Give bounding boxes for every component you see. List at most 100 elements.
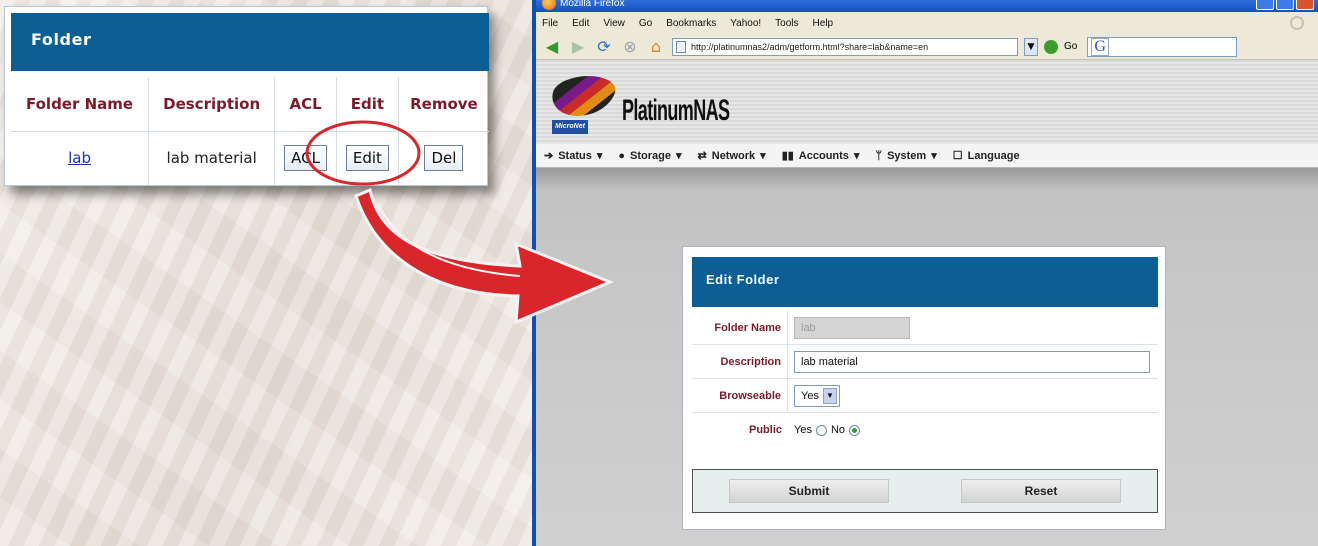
menu-view[interactable]: View [603,18,625,29]
firefox-logo-icon [542,0,556,10]
menu-file[interactable]: File [542,18,558,29]
public-options: Yes No [788,424,861,436]
column-folder-name: Folder Name [11,77,150,132]
chevron-down-icon: ▾ [760,150,766,162]
nav-accounts[interactable]: ▮▮ Accounts ▾ [781,149,860,163]
nav-storage-label: Storage [630,149,671,162]
nav-network-label: Network [711,149,756,162]
stop-icon[interactable]: ⊗ [620,37,640,57]
nav-system-label: System [887,149,927,162]
public-label: Public [748,424,782,436]
go-button[interactable]: Go [1064,41,1077,52]
browser-titlebar: Mozilla Firefox [536,0,1318,12]
column-remove: Remove [398,77,489,132]
micronet-badge: MicroNet [552,120,588,134]
folder-table-header-row: Folder Name Description ACL Edit Remove [11,77,489,132]
status-icon: ➔ [544,150,554,162]
browser-menubar: File Edit View Go Bookmarks Yahoo! Tools… [536,12,1318,34]
google-logo-icon: G [1091,37,1109,56]
edit-button[interactable]: Edit [345,145,389,172]
network-icon: ⇄ [697,150,707,162]
nav-storage[interactable]: ● Storage ▾ [618,149,682,163]
search-input[interactable]: G [1087,36,1238,57]
window-controls [1256,0,1314,10]
acl-button[interactable]: ACL [284,145,327,172]
nav-accounts-label: Accounts [798,149,849,162]
nas-header: MicroNet PlatinumNAS [536,60,1318,144]
public-no-radio[interactable] [849,424,861,436]
nav-status-label: Status [558,149,592,162]
folder-table: Folder Name Description ACL Edit Remove … [11,77,489,185]
menu-help[interactable]: Help [813,18,834,29]
cell-acl: ACL [274,131,337,185]
chevron-down-icon: ▾ [596,150,603,162]
edit-folder-panel: Edit Folder Folder Name lab Description … [682,246,1166,530]
nav-language[interactable]: ☐ Language [952,149,1020,163]
cell-remove: Del [398,131,489,185]
delete-button[interactable]: Del [424,145,464,172]
language-icon: ☐ [952,150,963,162]
close-icon[interactable] [1296,0,1314,10]
minimize-icon[interactable] [1256,0,1274,10]
menu-edit[interactable]: Edit [572,18,589,29]
browser-title: Mozilla Firefox [560,0,625,9]
folder-panel-title: Folder [11,13,489,71]
reload-icon[interactable]: ⟳ [594,37,614,57]
edit-folder-title: Edit Folder [692,257,1158,307]
description-row: Description lab material [692,345,1158,379]
nav-network[interactable]: ⇄ Network ▾ [697,149,766,163]
reset-button[interactable]: Reset [961,479,1121,503]
browseable-field-wrap: Yes ▼ [788,384,840,407]
page-icon [676,40,686,53]
nav-system[interactable]: ᛘ System ▾ [875,149,937,163]
folder-link-lab[interactable]: lab [68,149,91,167]
public-no-label: No [830,424,846,436]
url-text: http://platinumnas2/adm/getform.html?sha… [691,41,929,52]
folder-panel: Folder Folder Name Description ACL Edit … [4,6,489,186]
browseable-select[interactable]: Yes ▼ [794,384,840,407]
forward-icon[interactable]: ▶ [568,37,588,57]
browseable-label: Browseable [692,379,788,412]
browser-navbar: ◀ ▶ ⟳ ⊗ ⌂ http://platinumnas2/adm/getfor… [536,34,1318,60]
home-icon[interactable]: ⌂ [646,37,666,57]
column-edit: Edit [336,77,399,132]
maximize-icon[interactable] [1276,0,1294,10]
disc-logo-icon [546,76,620,116]
description-label: Description [692,345,788,378]
nav-shadow [536,168,1318,190]
description-field[interactable]: lab material [794,350,1150,373]
back-icon[interactable]: ◀ [542,37,562,57]
form-button-row: Submit Reset [692,469,1158,513]
column-description: Description [148,77,276,132]
edit-folder-form: Folder Name lab Description lab material… [692,311,1158,447]
folder-name-field: lab [794,316,910,339]
page-content: MicroNet PlatinumNAS ➔ Status ▾ ● Storage ▾ … [536,60,1318,546]
browseable-value: Yes [801,389,819,402]
chevron-down-icon: ▾ [931,150,937,162]
folder-name-field-wrap: lab [788,316,910,339]
menu-go[interactable]: Go [639,18,652,29]
description-field-wrap: lab material [788,350,1150,373]
cell-description: lab material [148,131,276,185]
chevron-down-icon: ▾ [676,150,682,162]
table-row: lab lab material ACL Edit Del [11,131,489,185]
url-input[interactable]: http://platinumnas2/adm/getform.html?sha… [672,37,1018,56]
nav-language-label: Language [967,149,1020,162]
url-dropdown-icon[interactable]: ▼ [1024,37,1038,56]
nav-status[interactable]: ➔ Status ▾ [544,149,603,163]
menu-yahoo[interactable]: Yahoo! [730,18,761,29]
menu-tools[interactable]: Tools [775,18,798,29]
nas-brand-title: PlatinumNAS [622,94,730,127]
public-yes-radio[interactable] [815,424,827,436]
chevron-down-icon: ▾ [853,150,860,162]
nas-logo: MicroNet [546,76,620,134]
browseable-row: Browseable Yes ▼ [692,379,1158,413]
menu-bookmarks[interactable]: Bookmarks [666,18,716,29]
go-icon[interactable] [1044,39,1058,54]
submit-button[interactable]: Submit [729,479,889,503]
folder-name-label: Folder Name [692,311,788,344]
accounts-icon: ▮▮ [781,150,794,162]
public-row: Public Yes No [692,413,1158,447]
public-yes-label: Yes [794,424,812,436]
folder-name-row: Folder Name lab [692,311,1158,345]
